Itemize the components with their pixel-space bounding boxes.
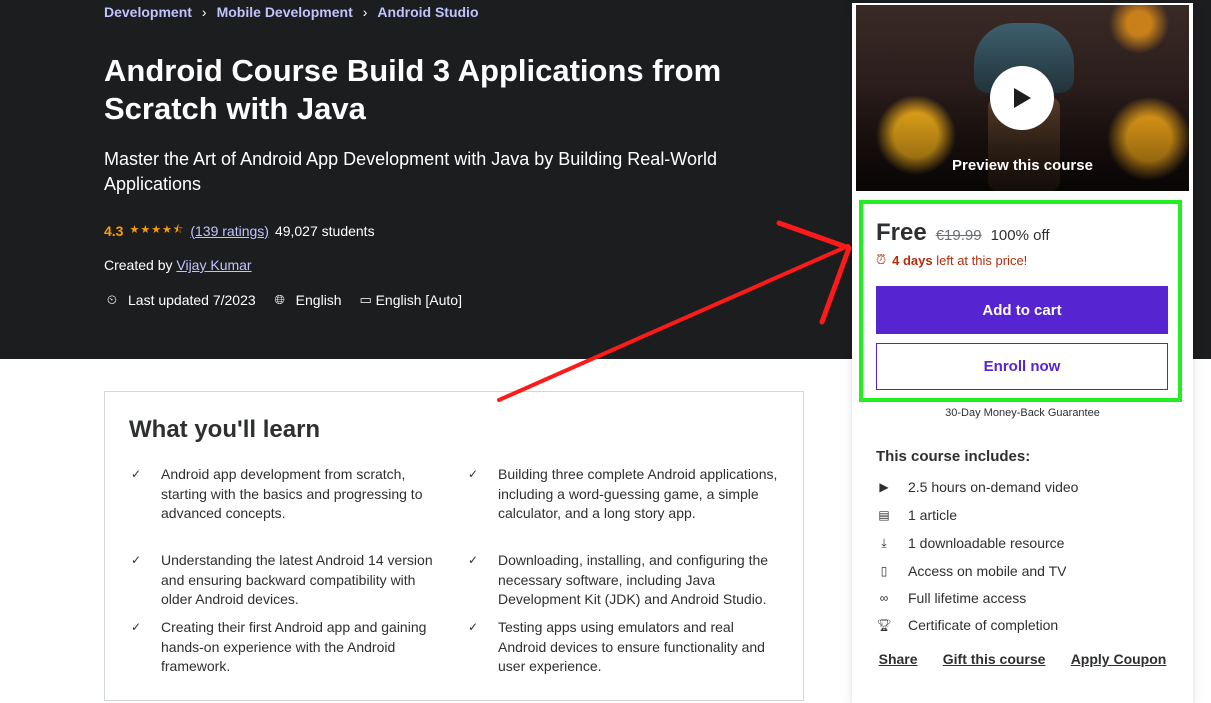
include-item-text: Access on mobile and TV (908, 563, 1067, 579)
learn-item: ✓ Creating their first Android app and g… (131, 618, 441, 677)
check-icon: ✓ (131, 553, 142, 567)
course-subtitle: Master the Art of Android App Developmen… (104, 149, 717, 194)
learn-item-text: Understanding the latest Android 14 vers… (161, 552, 433, 607)
download-icon: ⤓ (881, 535, 887, 550)
check-icon: ✓ (468, 620, 479, 634)
breadcrumb-android-studio[interactable]: Android Studio (377, 4, 478, 20)
include-item-text: 1 article (908, 507, 958, 523)
play-icon (1014, 88, 1031, 108)
learn-item-text: Testing apps using emulators and real An… (498, 619, 765, 674)
learn-item-text: Android app development from scratch, st… (161, 466, 423, 521)
learn-item: ✓ Downloading, installing, and configuri… (468, 551, 778, 610)
preview-label: Preview this course (952, 157, 1093, 174)
rating-row: 4.3 ★★★★⯪ (139 ratings) 49,027 students (104, 221, 375, 240)
include-item-text: 2.5 hours on-demand video (908, 479, 1079, 495)
what-you-learn-title: What you'll learn (129, 416, 321, 443)
check-icon: ✓ (131, 620, 142, 634)
include-item: ▯ Access on mobile and TV (876, 563, 1067, 579)
article-icon: ▤ (878, 508, 890, 522)
created-by-label: Created by (104, 257, 173, 273)
include-item: ▤ 1 article (876, 507, 957, 523)
share-link[interactable]: Share (879, 651, 918, 667)
what-you-learn-box: What you'll learn ✓ Android app developm… (104, 391, 804, 701)
instructor-link[interactable]: Vijay Kumar (176, 257, 251, 273)
include-item: ∞ Full lifetime access (876, 590, 1027, 606)
course-preview[interactable]: Preview this course (856, 5, 1189, 191)
chevron-right-icon: › (201, 4, 207, 20)
created-by: Created by Vijay Kumar (104, 257, 252, 273)
gift-course-link[interactable]: Gift this course (943, 651, 1046, 667)
language-text: English (295, 292, 342, 308)
include-item: ▶ 2.5 hours on-demand video (876, 479, 1078, 495)
rating-value: 4.3 (104, 222, 124, 239)
learn-item: ✓ Android app development from scratch, … (131, 465, 441, 524)
apply-coupon-link[interactable]: Apply Coupon (1071, 651, 1167, 667)
breadcrumb-development[interactable]: Development (104, 4, 192, 20)
price-highlight-box (859, 200, 1182, 402)
check-icon: ✓ (468, 553, 479, 567)
ratings-count-link[interactable]: (139 ratings) (190, 223, 269, 239)
captions: ▭ English [Auto] (358, 292, 462, 308)
include-item-text: Full lifetime access (908, 590, 1027, 606)
language: 🌐︎ English (272, 292, 342, 308)
include-item-text: Certificate of completion (908, 617, 1059, 633)
includes-title: This course includes: (876, 448, 1031, 465)
learn-item-text: Building three complete Android applicat… (498, 466, 778, 521)
mobile-icon: ▯ (880, 564, 888, 578)
learn-item: ✓ Building three complete Android applic… (468, 465, 778, 524)
check-icon: ✓ (468, 467, 479, 481)
course-title: Android Course Build 3 Applications from… (104, 53, 722, 126)
sidebar-links: Share Gift this course Apply Coupon (852, 651, 1193, 667)
check-icon: ✓ (131, 467, 142, 481)
globe-icon: 🌐︎ (274, 292, 285, 307)
last-updated: ⏲ Last updated 7/2023 (104, 292, 256, 308)
learn-item-text: Downloading, installing, and configuring… (498, 552, 769, 607)
learn-item: ✓ Understanding the latest Android 14 ve… (131, 551, 441, 610)
course-meta: ⏲ Last updated 7/2023 🌐︎ English ▭ Engli… (104, 292, 478, 308)
breadcrumb-mobile-development[interactable]: Mobile Development (217, 4, 353, 20)
captions-text: English [Auto] (375, 292, 462, 308)
trophy-icon: 🏆︎ (876, 618, 892, 632)
captions-icon: ▭ (359, 292, 372, 307)
play-button[interactable] (990, 66, 1054, 130)
learn-item: ✓ Testing apps using emulators and real … (468, 618, 778, 677)
breadcrumb: Development › Mobile Development › Andro… (104, 4, 479, 20)
learn-item-text: Creating their first Android app and gai… (161, 619, 427, 674)
chevron-right-icon: › (362, 4, 368, 20)
students-count: 49,027 students (274, 222, 375, 239)
clock-alert-icon: ⏲ (106, 292, 118, 307)
money-back-guarantee: 30-Day Money-Back Guarantee (945, 407, 1100, 419)
include-item-text: 1 downloadable resource (908, 535, 1065, 551)
infinity-icon: ∞ (879, 591, 889, 605)
last-updated-text: Last updated 7/2023 (128, 292, 256, 308)
video-icon: ▶ (879, 480, 889, 494)
include-item: ⤓ 1 downloadable resource (876, 535, 1064, 551)
star-rating-icon: ★★★★⯪ (129, 224, 185, 236)
include-item: 🏆︎ Certificate of completion (876, 617, 1058, 633)
